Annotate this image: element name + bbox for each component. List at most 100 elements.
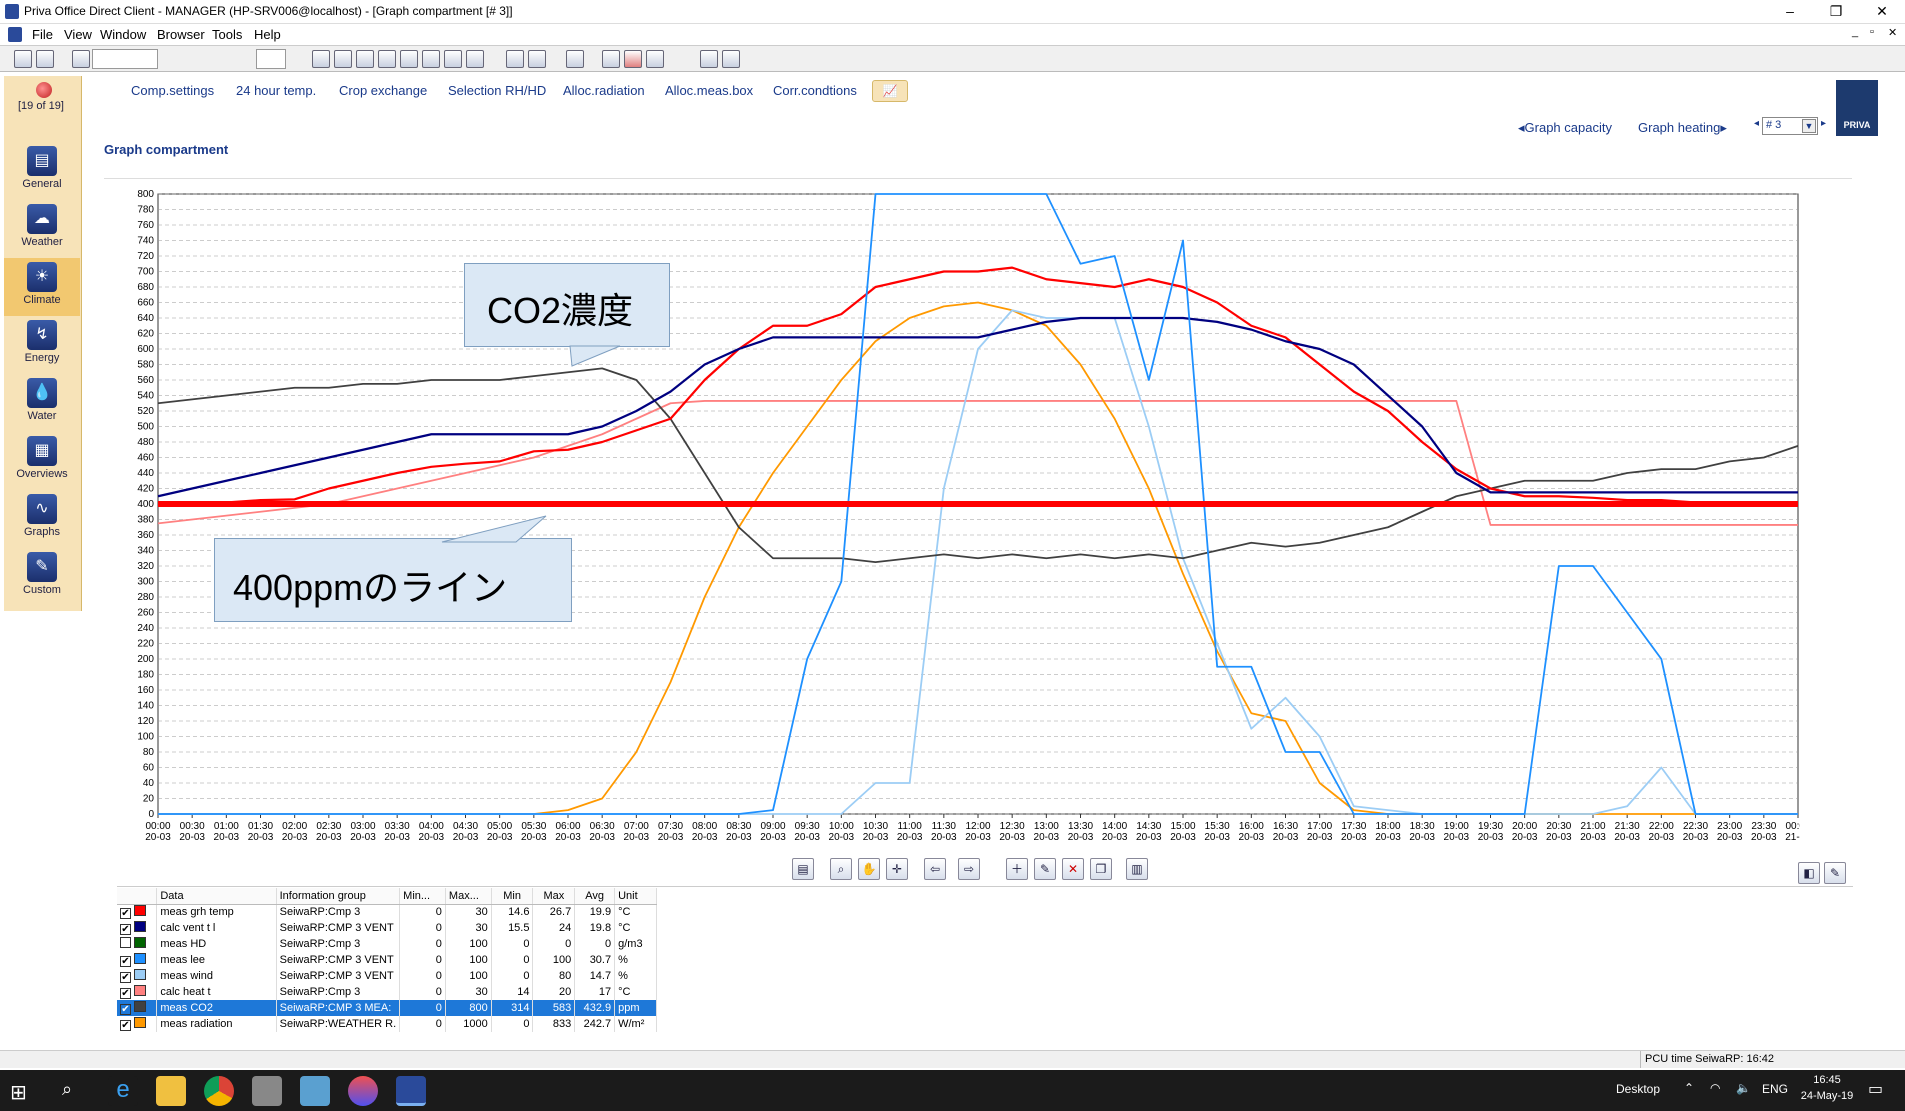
series-color-swatch[interactable]: [134, 1001, 147, 1012]
network-app-icon[interactable]: [252, 1076, 282, 1106]
tab-selection-rh-hd[interactable]: Selection RH/HD: [448, 83, 546, 98]
book-icon[interactable]: [602, 50, 620, 68]
image-icon[interactable]: [36, 50, 54, 68]
stop-icon[interactable]: [624, 50, 642, 68]
legend-max-scale[interactable]: 100: [445, 968, 492, 984]
help-icon[interactable]: [566, 50, 584, 68]
legend-max-scale[interactable]: 100: [445, 936, 492, 952]
legend-max-scale[interactable]: 100: [445, 952, 492, 968]
back-arrow-icon[interactable]: [700, 50, 718, 68]
legend-checkbox[interactable]: ✔: [120, 956, 131, 967]
compartment-prev-icon[interactable]: ◂: [1754, 118, 1759, 129]
sidebar-item-general[interactable]: ▤ General: [4, 142, 80, 200]
legend-max-scale[interactable]: 30: [445, 984, 492, 1000]
legend-checkbox[interactable]: ✔: [120, 924, 131, 935]
legend-row[interactable]: ✔ calc heat t SeiwaRP:Cmp 3 0 30 14 20 17 °C: [117, 984, 657, 1000]
compartment-next-icon[interactable]: ▸: [1821, 118, 1826, 129]
mdi-minimize-button[interactable]: _: [1852, 26, 1858, 38]
add-series-icon[interactable]: ＋: [1006, 858, 1028, 880]
legend-max-scale[interactable]: 30: [445, 904, 492, 920]
legend-min-scale[interactable]: 0: [399, 984, 446, 1000]
legend-checkbox[interactable]: ✔: [120, 1020, 131, 1031]
series-color-swatch[interactable]: [134, 937, 147, 948]
tab-alloc-meas-box[interactable]: Alloc.meas.box: [665, 83, 753, 98]
compartment-select[interactable]: # 3 ▼: [1762, 117, 1818, 135]
mdi-restore-button[interactable]: ▫: [1870, 26, 1874, 38]
legend-min-scale[interactable]: 0: [399, 952, 446, 968]
series-color-swatch[interactable]: [134, 953, 147, 964]
menu-view[interactable]: View: [64, 27, 92, 42]
list-icon[interactable]: [506, 50, 524, 68]
tab-corr-condtions[interactable]: Corr.condtions: [773, 83, 857, 98]
tab-alloc-radiation[interactable]: Alloc.radiation: [563, 83, 645, 98]
notes-app-icon[interactable]: [300, 1076, 330, 1106]
grid-icon[interactable]: [14, 50, 32, 68]
delete-series-icon[interactable]: ✕: [1062, 858, 1084, 880]
edge-browser-icon[interactable]: e: [108, 1076, 138, 1106]
maximize-button[interactable]: ❐: [1813, 0, 1859, 24]
menu-tools[interactable]: Tools: [212, 27, 242, 42]
sidebar-item-water[interactable]: 💧 Water: [4, 374, 80, 432]
legend-max-scale[interactable]: 1000: [445, 1016, 492, 1032]
file-explorer-icon[interactable]: [156, 1076, 186, 1106]
legend-row[interactable]: ✔ meas radiation SeiwaRP:WEATHER R. 0 1000 0…: [117, 1016, 657, 1032]
sidebar-item-climate[interactable]: ☀ Climate: [4, 258, 80, 316]
legend-row[interactable]: meas HD SeiwaRP:Cmp 3 0 100 0 0 0 g/m3: [117, 936, 657, 952]
series-color-swatch[interactable]: [134, 969, 147, 980]
edit-graph-icon[interactable]: ✎: [1824, 862, 1846, 884]
window-icon[interactable]: [378, 50, 396, 68]
legend-checkbox[interactable]: [120, 937, 131, 948]
media-icon[interactable]: [646, 50, 664, 68]
legend-checkbox[interactable]: ✔: [120, 988, 131, 999]
forward-arrow-icon[interactable]: [722, 50, 740, 68]
sidebar-item-energy[interactable]: ↯ Energy: [4, 316, 80, 374]
copy-icon[interactable]: [334, 50, 352, 68]
series-color-swatch[interactable]: [134, 985, 147, 996]
tab-comp-settings[interactable]: Comp.settings: [131, 83, 214, 98]
crosshair-icon[interactable]: ✛: [886, 858, 908, 880]
clock-date[interactable]: 24-May-19: [1796, 1090, 1858, 1102]
cut-icon[interactable]: [400, 50, 418, 68]
nav-next-link[interactable]: Graph heating▸: [1638, 120, 1727, 136]
maps-app-icon[interactable]: [348, 1076, 378, 1106]
legend-max-scale[interactable]: 800: [445, 1000, 492, 1016]
menu-help[interactable]: Help: [254, 27, 281, 42]
legend-row[interactable]: ✔ meas CO2 SeiwaRP:CMP 3 MEA: 0 800 314 583 43…: [117, 1000, 657, 1016]
desktop-toolbar[interactable]: Desktop: [1616, 1082, 1660, 1096]
menu-file[interactable]: File: [32, 27, 53, 42]
legend-row[interactable]: ✔ meas lee SeiwaRP:CMP 3 VENT 0 100 0 100 30.7…: [117, 952, 657, 968]
stack-icon[interactable]: [422, 50, 440, 68]
mdi-close-button[interactable]: ✕: [1888, 26, 1897, 39]
series-color-swatch[interactable]: [134, 905, 147, 917]
collapse-panel-icon[interactable]: ◧: [1798, 862, 1820, 884]
chart-data-icon[interactable]: ▤: [792, 858, 814, 880]
sort-icon[interactable]: [356, 50, 374, 68]
close-button[interactable]: ✕: [1859, 0, 1905, 24]
legend-row[interactable]: ✔ meas wind SeiwaRP:CMP 3 VENT 0 100 0 80 14.7…: [117, 968, 657, 984]
scroll-left-icon[interactable]: ⇦: [924, 858, 946, 880]
legend-checkbox[interactable]: ✔: [120, 972, 131, 983]
clock-time[interactable]: 16:45: [1804, 1074, 1850, 1086]
series-color-swatch[interactable]: [134, 1017, 147, 1028]
sidebar-item-overviews[interactable]: ▦ Overviews: [4, 432, 80, 490]
legend-checkbox[interactable]: ✔: [120, 908, 131, 920]
scroll-right-icon[interactable]: ⇨: [958, 858, 980, 880]
priva-task-icon[interactable]: [396, 1076, 426, 1106]
legend-min-scale[interactable]: 0: [399, 936, 446, 952]
sidebar-item-custom[interactable]: ✎ Custom: [4, 548, 80, 606]
search-icon[interactable]: ⌕: [62, 1079, 72, 1100]
legend-row[interactable]: ✔ calc vent t l SeiwaRP:CMP 3 VENT 0 30 15.5…: [117, 920, 657, 936]
chart-icon[interactable]: [444, 50, 462, 68]
legend-min-scale[interactable]: 0: [399, 904, 446, 920]
menu-window[interactable]: Window: [100, 27, 146, 42]
legend-min-scale[interactable]: 0: [399, 920, 446, 936]
legend-min-scale[interactable]: 0: [399, 1016, 446, 1032]
print-icon[interactable]: [312, 50, 330, 68]
chrome-icon[interactable]: [204, 1076, 234, 1106]
tab-graph-icon[interactable]: 📈: [872, 80, 908, 102]
address-field[interactable]: [92, 49, 158, 69]
legend-colors-icon[interactable]: ▥: [1126, 858, 1148, 880]
table-icon[interactable]: [528, 50, 546, 68]
legend-min-scale[interactable]: 0: [399, 1000, 446, 1016]
pan-hand-icon[interactable]: ✋: [858, 858, 880, 880]
